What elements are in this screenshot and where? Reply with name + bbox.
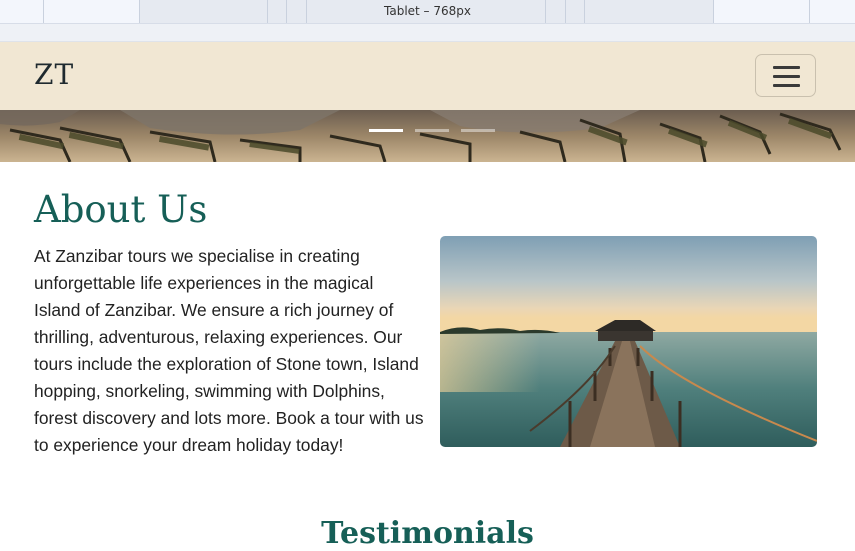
brand-logo[interactable]: ZT [34, 58, 74, 91]
device-label: Tablet – 768px [384, 4, 471, 18]
carousel-indicators [369, 129, 495, 132]
navbar: ZT [0, 42, 855, 110]
menu-toggle-button[interactable] [755, 54, 816, 97]
about-paragraph: At Zanzibar tours we specialise in creat… [34, 246, 424, 455]
carousel-indicator[interactable] [415, 129, 449, 132]
hero-carousel [0, 110, 855, 162]
carousel-indicator[interactable] [369, 129, 403, 132]
beach-photo [0, 110, 855, 162]
device-frame-gap [0, 24, 855, 42]
testimonials-heading: Testimonials [321, 516, 534, 551]
pier-photo [440, 236, 817, 447]
carousel-indicator[interactable] [461, 129, 495, 132]
device-toolbar-ruler: Tablet – 768px [0, 0, 855, 24]
about-heading: About Us [34, 188, 208, 231]
